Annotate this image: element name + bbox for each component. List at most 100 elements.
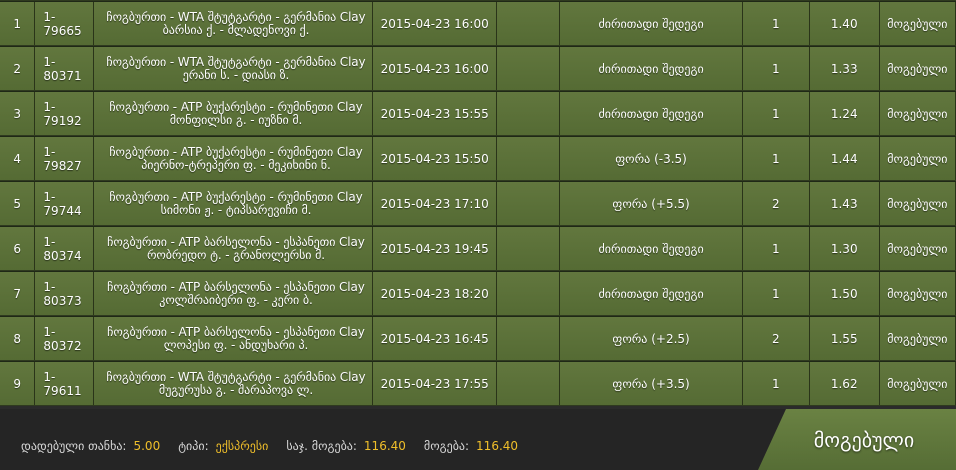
event-cell: ჩოგბურთი - ATP ბარსელონა - ესპანეთი Clay…	[93, 317, 374, 360]
table-row: 6 1-80374 ჩოგბურთი - ATP ბარსელონა - ესპან…	[0, 226, 956, 270]
event-date: 2015-04-23 16:00	[373, 47, 498, 90]
event-players: პიერნო-ტრეპერი ფ. - მეკიხინი ნ.	[141, 157, 331, 172]
bet-summary: დადებული თანხა: 5.00 ტიპი: ექსპრესი საჯ.…	[21, 439, 536, 453]
row-status: მოგებული	[879, 182, 956, 225]
event-cell: ჩოგბურთი - ATP ბარსელონა - ესპანეთი Clay…	[93, 227, 374, 270]
row-status: მოგებული	[879, 317, 956, 360]
row-status: მოგებული	[879, 92, 956, 135]
event-cell: ჩოგბურთი - WTA შტუტგარტი - გერმანია Clay…	[93, 362, 374, 405]
row-status: მოგებული	[879, 227, 956, 270]
row-number: 4	[0, 137, 36, 180]
event-players: სიმონი ჟ. - ტიპსარევიჩი მ.	[160, 202, 312, 217]
selection-count: 1	[742, 47, 810, 90]
event-players: ბარსია ქ. - მლადენოვი ქ.	[162, 22, 310, 37]
bet-type: ძირითადი შედეგი	[560, 47, 743, 90]
bet-type: ფორა (+5.5)	[560, 182, 743, 225]
event-cell: ჩოგბურთი - WTA შტუტგარტი - გერმანია Clay…	[93, 47, 374, 90]
bet-type: ძირითადი შედეგი	[560, 2, 743, 45]
odds-value: 1.55	[809, 317, 880, 360]
bet-id: 1-80373	[35, 272, 94, 315]
event-league: ჩოგბურთი - ATP ბარსელონა - ესპანეთი Clay	[107, 324, 365, 339]
stake-label: დადებული თანხა:	[21, 439, 127, 453]
type-value: ექსპრესი	[215, 439, 269, 453]
row-status: მოგებული	[879, 2, 956, 45]
empty-cell	[497, 182, 561, 225]
selection-count: 2	[742, 182, 810, 225]
event-league: ჩოგბურთი - WTA შტუტგარტი - გერმანია Clay	[106, 54, 366, 69]
bet-id: 1-79744	[35, 182, 94, 225]
row-number: 2	[0, 47, 36, 90]
odds-value: 1.43	[809, 182, 880, 225]
odds-value: 1.33	[809, 47, 880, 90]
event-date: 2015-04-23 19:45	[373, 227, 498, 270]
table-row: 4 1-79827 ჩოგბურთი - ATP ბუქარესტი - რუმინ…	[0, 136, 956, 180]
event-league: ჩოგბურთი - ATP ბუქარესტი - რუმინეთი Clay	[109, 144, 363, 159]
event-players: მონფილსი გ. - იუზნი მ.	[169, 112, 303, 127]
stake-value: 5.00	[133, 439, 161, 453]
event-league: ჩოგბურთი - ATP ბარსელონა - ესპანეთი Clay	[107, 279, 365, 294]
event-cell: ჩოგბურთი - ATP ბარსელონა - ესპანეთი Clay…	[93, 272, 374, 315]
bet-id: 1-79192	[35, 92, 94, 135]
row-number: 9	[0, 362, 36, 405]
empty-cell	[497, 362, 561, 405]
bet-type: ძირითადი შედეგი	[560, 92, 743, 135]
event-players: რობრედო ტ. - გრანოლერსი მ.	[146, 247, 326, 262]
type-label: ტიპი:	[178, 439, 209, 453]
odds-value: 1.30	[809, 227, 880, 270]
empty-cell	[497, 92, 561, 135]
table-row: 5 1-79744 ჩოგბურთი - ATP ბუქარესტი - რუმინ…	[0, 181, 956, 225]
status-button[interactable]: მოგებული	[758, 409, 956, 470]
event-players: ლოპესი ფ. - ანდუხარი პ.	[163, 337, 309, 352]
win-value: 116.40	[476, 439, 519, 453]
table-row: 8 1-80372 ჩოგბურთი - ATP ბარსელონა - ესპან…	[0, 316, 956, 360]
row-number: 5	[0, 182, 36, 225]
table-row: 2 1-80371 ჩოგბურთი - WTA შტუტგარტი - გერმა…	[0, 46, 956, 90]
bet-id: 1-79665	[35, 2, 94, 45]
bet-id: 1-79611	[35, 362, 94, 405]
empty-cell	[497, 2, 561, 45]
event-date: 2015-04-23 16:45	[373, 317, 498, 360]
bet-id: 1-80371	[35, 47, 94, 90]
event-cell: ჩოგბურთი - ATP ბუქარესტი - რუმინეთი Clay…	[93, 92, 374, 135]
row-number: 7	[0, 272, 36, 315]
bet-type: ფორა (+2.5)	[560, 317, 743, 360]
bet-type: ფორა (+3.5)	[560, 362, 743, 405]
row-status: მოგებული	[879, 47, 956, 90]
table-row: 9 1-79611 ჩოგბურთი - WTA შტუტგარტი - გერმა…	[0, 361, 956, 405]
row-number: 6	[0, 227, 36, 270]
odds-value: 1.50	[809, 272, 880, 315]
event-league: ჩოგბურთი - ATP ბარსელონა - ესპანეთი Clay	[107, 234, 365, 249]
table-row: 1 1-79665 ჩოგბურთი - WTA შტუტგარტი - გერმა…	[0, 1, 956, 45]
empty-cell	[497, 137, 561, 180]
row-number: 1	[0, 2, 36, 45]
empty-cell	[497, 272, 561, 315]
odds-value: 1.44	[809, 137, 880, 180]
event-league: ჩოგბურთი - ATP ბუქარესტი - რუმინეთი Clay	[109, 189, 363, 204]
event-date: 2015-04-23 17:10	[373, 182, 498, 225]
odds-value: 1.24	[809, 92, 880, 135]
event-date: 2015-04-23 15:50	[373, 137, 498, 180]
table-row: 3 1-79192 ჩოგბურთი - ATP ბუქარესტი - რუმინ…	[0, 91, 956, 135]
row-number: 8	[0, 317, 36, 360]
empty-cell	[497, 227, 561, 270]
odds-value: 1.40	[809, 2, 880, 45]
selection-count: 1	[742, 2, 810, 45]
event-players: მუგურუსა გ. - შარაპოვა ლ.	[158, 382, 314, 397]
event-cell: ჩოგბურთი - WTA შტუტგარტი - გერმანია Clay…	[93, 2, 374, 45]
empty-cell	[497, 317, 561, 360]
row-status: მოგებული	[879, 362, 956, 405]
selection-count: 1	[742, 272, 810, 315]
event-players: კოლშრაიბერი ფ. - კერი ბ.	[159, 292, 313, 307]
event-cell: ჩოგბურთი - ATP ბუქარესტი - რუმინეთი Clay…	[93, 182, 374, 225]
total-odds-value: 116.40	[363, 439, 406, 453]
row-number: 3	[0, 92, 36, 135]
event-league: ჩოგბურთი - WTA შტუტგარტი - გერმანია Clay	[106, 9, 366, 24]
empty-cell	[497, 47, 561, 90]
total-odds-label: საჯ. მოგება:	[286, 439, 357, 453]
bet-type: ფორა (-3.5)	[560, 137, 743, 180]
selection-count: 2	[742, 317, 810, 360]
bet-id: 1-80372	[35, 317, 94, 360]
event-date: 2015-04-23 17:55	[373, 362, 498, 405]
event-league: ჩოგბურთი - ATP ბუქარესტი - რუმინეთი Clay	[109, 99, 363, 114]
bet-slip-table: 1 1-79665 ჩოგბურთი - WTA შტუტგარტი - გერმა…	[0, 0, 956, 406]
